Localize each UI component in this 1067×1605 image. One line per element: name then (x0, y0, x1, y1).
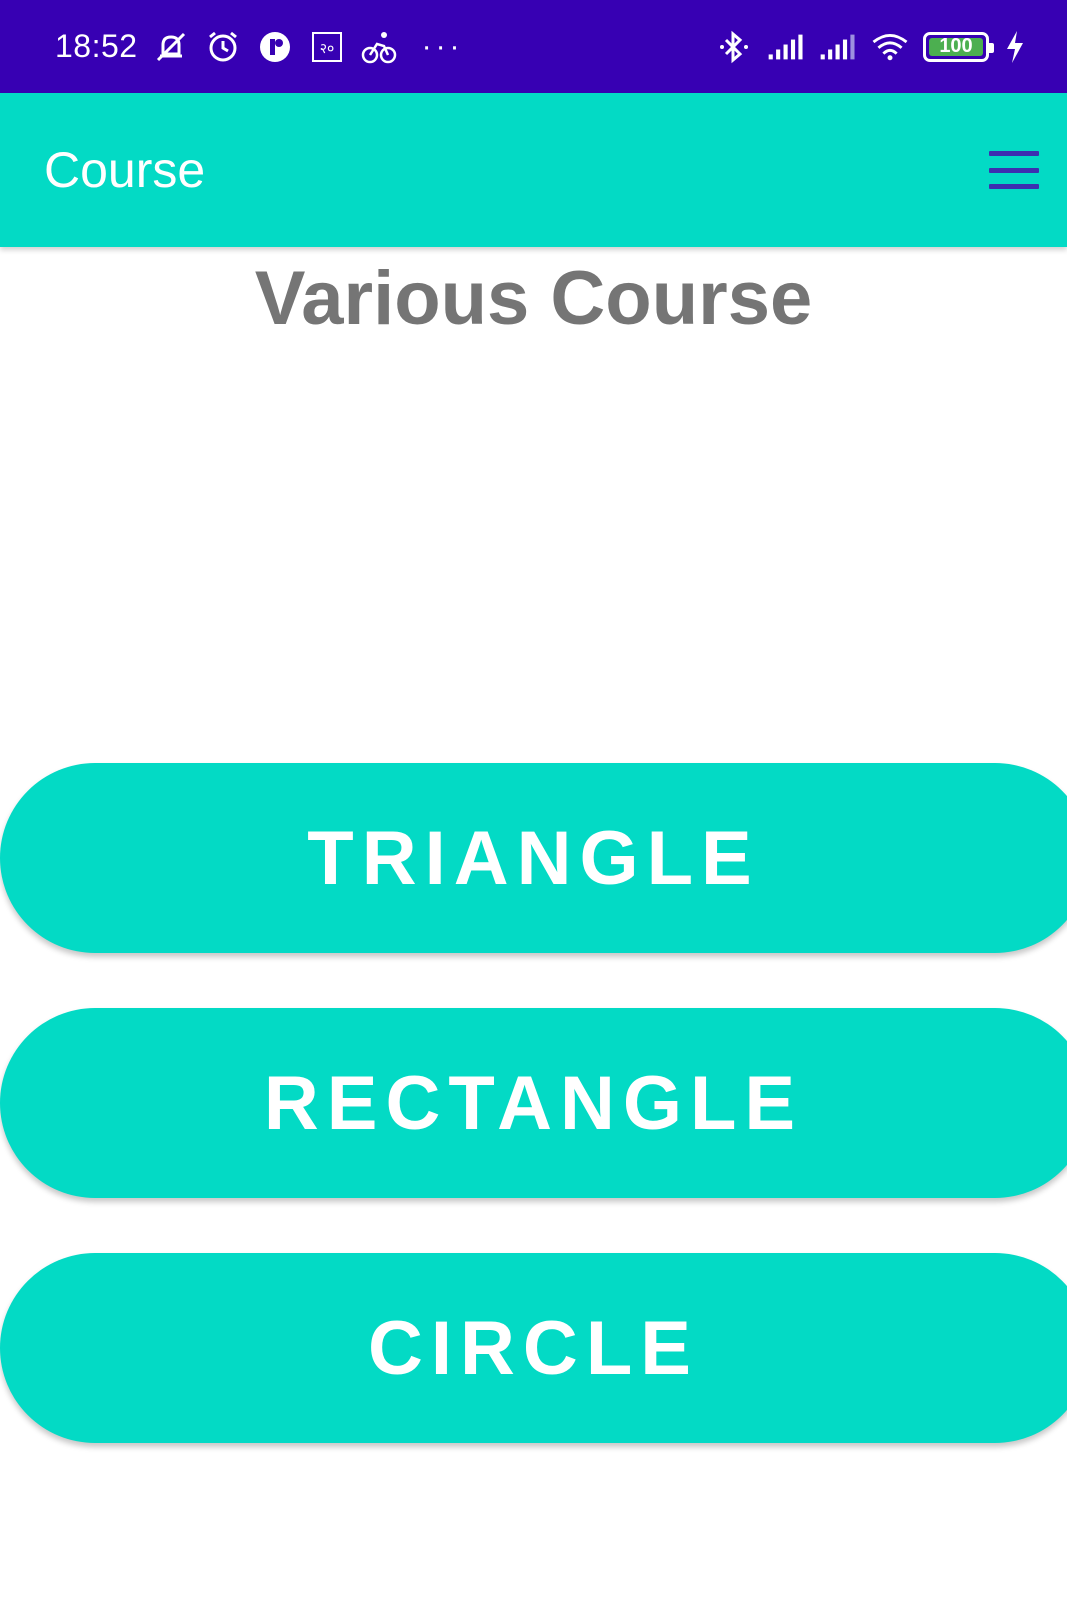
bluetooth-icon (715, 28, 753, 66)
page-heading: Various Course (254, 256, 813, 341)
app-title: Course (44, 142, 206, 198)
battery-level: 100 (939, 35, 973, 57)
alarm-icon (204, 28, 242, 66)
svg-text:२०: २० (319, 41, 334, 57)
triangle-button[interactable]: TRIANGLE (0, 763, 1067, 953)
status-right-group: 100 (715, 0, 1027, 93)
rectangle-button[interactable]: RECTANGLE (0, 1008, 1067, 1198)
app-bar: Course (0, 93, 1067, 247)
wifi-icon (871, 28, 909, 66)
hamburger-menu-icon[interactable] (989, 151, 1039, 189)
more-notifications-indicator: ··· (421, 29, 464, 63)
charging-bolt-icon (1003, 28, 1027, 66)
battery-indicator: 100 (923, 31, 994, 62)
muted-bell-icon (152, 28, 190, 66)
circle-button[interactable]: CIRCLE (0, 1253, 1067, 1443)
signal-icon (767, 28, 805, 66)
app-notification-icon (256, 28, 294, 66)
signal-icon (819, 28, 857, 66)
status-bar: 18:52 २० ··· 100 (0, 0, 1067, 93)
sim-icon: २० (308, 28, 346, 66)
cycling-icon (360, 28, 398, 66)
status-time: 18:52 (55, 28, 138, 64)
status-left-group: 18:52 २० ··· (55, 0, 464, 93)
